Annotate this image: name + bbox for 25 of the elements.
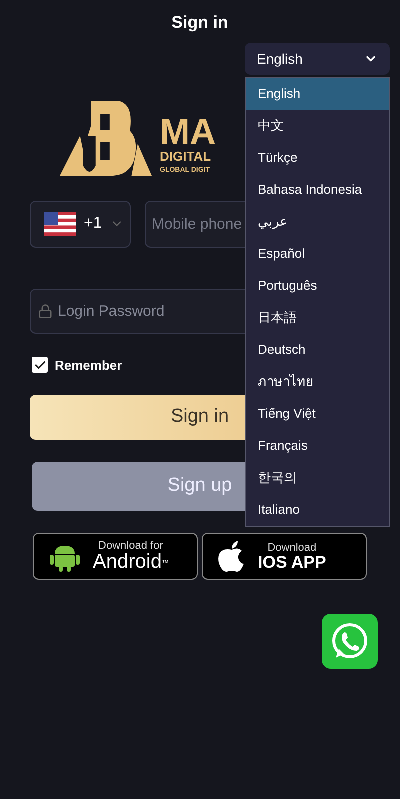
remember-checkbox[interactable] bbox=[32, 357, 48, 374]
download-platform: Android$^{™}$ bbox=[93, 552, 169, 572]
remember-label: Remember bbox=[55, 356, 122, 374]
download-caption: Download for bbox=[98, 541, 164, 552]
apple-icon bbox=[218, 540, 246, 572]
ios-download-button[interactable]: Download IOS APP bbox=[202, 533, 367, 580]
country-code-selector[interactable]: +1 bbox=[30, 200, 131, 248]
download-caption: Download bbox=[268, 542, 317, 554]
whatsapp-icon[interactable] bbox=[322, 614, 378, 669]
logo-subtitle: DIGITAL bbox=[160, 150, 212, 162]
logo-wordmark: MA bbox=[160, 114, 216, 150]
language-option[interactable]: ภาษาไทย bbox=[246, 366, 389, 398]
language-option[interactable]: Bahasa Indonesia bbox=[246, 174, 389, 206]
android-download-button[interactable]: Download for Android$^{™}$ bbox=[33, 533, 198, 580]
language-option[interactable]: English bbox=[246, 78, 389, 110]
download-platform: IOS APP bbox=[258, 554, 326, 570]
page-title: Sign in bbox=[172, 12, 228, 34]
language-option[interactable]: 中文 bbox=[246, 110, 389, 142]
language-option[interactable]: عربي bbox=[246, 206, 389, 238]
language-option[interactable]: Deutsch bbox=[246, 334, 389, 366]
lock-icon bbox=[38, 304, 53, 318]
language-select[interactable]: English bbox=[245, 43, 390, 75]
language-option[interactable]: Türkçe bbox=[246, 142, 389, 174]
flag-icon bbox=[44, 212, 76, 236]
language-option[interactable]: Español bbox=[246, 238, 389, 270]
